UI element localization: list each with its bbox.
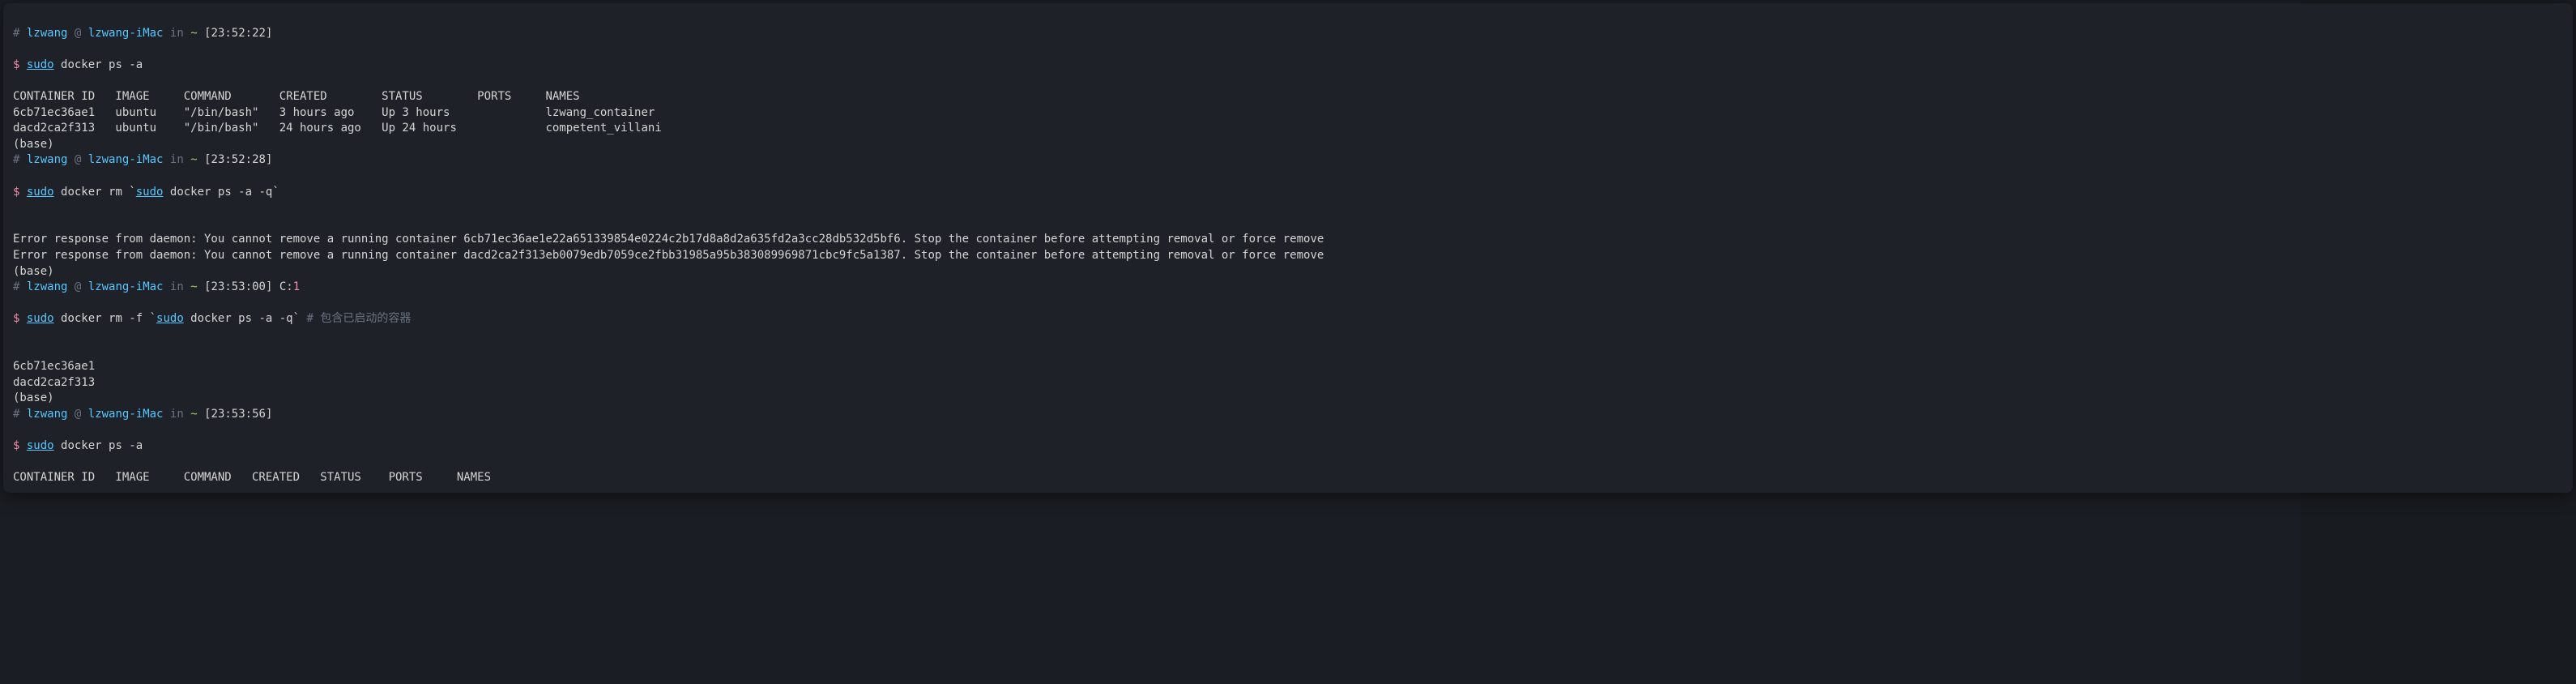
prompt-dollar: $ — [13, 439, 19, 452]
sudo-cmd: sudo — [27, 186, 54, 199]
exit-marker: C: — [272, 280, 292, 293]
docker-cmd-nested: docker ps -a -q` — [163, 186, 279, 199]
prompt-at: @ — [75, 153, 81, 166]
prompt-time: [23:53:00] — [204, 280, 272, 293]
docker-ps-row-1: 6cb71ec36ae1 ubuntu "/bin/bash" 3 hours … — [13, 106, 655, 119]
prompt-in: in — [170, 280, 184, 293]
prompt-user: lzwang — [27, 408, 68, 421]
removed-id-2: dacd2ca2f313 — [13, 376, 95, 389]
docker-cmd: docker ps -a — [54, 439, 143, 452]
conda-base: (base) — [13, 391, 54, 404]
command-line-3: $ sudo docker rm -f `sudo docker ps -a -… — [13, 311, 2563, 327]
command-comment: # 包含已启动的容器 — [306, 312, 411, 325]
sudo-cmd: sudo — [27, 312, 54, 325]
prompt-path: ~ — [190, 153, 197, 166]
command-line-4: $ sudo docker ps -a — [13, 438, 2563, 455]
prompt-in: in — [170, 408, 184, 421]
prompt-at: @ — [75, 280, 81, 293]
prompt-path: ~ — [190, 408, 197, 421]
prompt-dollar: $ — [13, 312, 19, 325]
prompt-host: lzwang-iMac — [88, 153, 164, 166]
prompt-hash: # — [13, 408, 19, 421]
conda-base: (base) — [13, 138, 54, 151]
prompt-dollar: $ — [13, 58, 19, 71]
prompt-host: lzwang-iMac — [88, 408, 164, 421]
sudo-cmd-nested: sudo — [136, 186, 164, 199]
prompt-path: ~ — [190, 280, 197, 293]
docker-cmd: docker rm ` — [54, 186, 136, 199]
docker-ps-row-2: dacd2ca2f313 ubuntu "/bin/bash" 24 hours… — [13, 122, 662, 135]
prompt-path: ~ — [190, 27, 197, 40]
prompt-line-4: # lzwang @ lzwang-iMac in ~ [23:53:56] — [13, 407, 2563, 423]
terminal-content[interactable]: # lzwang @ lzwang-iMac in ~ [23:52:22] $… — [3, 3, 2573, 493]
prompt-time: [23:53:56] — [204, 408, 272, 421]
prompt-line-2: # lzwang @ lzwang-iMac in ~ [23:52:28] — [13, 152, 2563, 169]
prompt-line-3: # lzwang @ lzwang-iMac in ~ [23:53:00] C… — [13, 280, 2563, 296]
sudo-cmd-nested: sudo — [156, 312, 184, 325]
command-line-1: $ sudo docker ps -a — [13, 58, 2563, 74]
terminal-window[interactable]: # lzwang @ lzwang-iMac in ~ [23:52:22] $… — [3, 3, 2573, 493]
prompt-user: lzwang — [27, 27, 68, 40]
sudo-cmd: sudo — [27, 439, 54, 452]
prompt-dollar: $ — [13, 186, 19, 199]
prompt-time: [23:52:28] — [204, 153, 272, 166]
prompt-at: @ — [75, 408, 81, 421]
prompt-hash: # — [13, 27, 19, 40]
docker-ps-header-empty: CONTAINER ID IMAGE COMMAND CREATED STATU… — [13, 471, 491, 484]
error-line-1: Error response from daemon: You cannot r… — [13, 233, 1324, 246]
sudo-cmd: sudo — [27, 58, 54, 71]
prompt-in: in — [170, 27, 184, 40]
blank-line — [13, 217, 19, 230]
removed-id-1: 6cb71ec36ae1 — [13, 360, 95, 373]
docker-cmd: docker ps -a — [54, 58, 143, 71]
prompt-time: [23:52:22] — [204, 27, 272, 40]
prompt-host: lzwang-iMac — [88, 280, 164, 293]
docker-cmd-nested: docker ps -a -q` — [184, 312, 307, 325]
conda-base: (base) — [13, 265, 54, 278]
prompt-at: @ — [75, 27, 81, 40]
command-line-2: $ sudo docker rm `sudo docker ps -a -q` — [13, 185, 2563, 201]
prompt-line-1: # lzwang @ lzwang-iMac in ~ [23:52:22] — [13, 26, 2563, 42]
prompt-hash: # — [13, 153, 19, 166]
docker-ps-header: CONTAINER ID IMAGE COMMAND CREATED STATU… — [13, 90, 580, 103]
blank-line — [13, 344, 19, 357]
error-line-2: Error response from daemon: You cannot r… — [13, 249, 1324, 262]
docker-cmd: docker rm -f ` — [54, 312, 156, 325]
exit-code: 1 — [293, 280, 300, 293]
prompt-in: in — [170, 153, 184, 166]
prompt-host: lzwang-iMac — [88, 27, 164, 40]
prompt-user: lzwang — [27, 153, 68, 166]
prompt-user: lzwang — [27, 280, 68, 293]
prompt-hash: # — [13, 280, 19, 293]
